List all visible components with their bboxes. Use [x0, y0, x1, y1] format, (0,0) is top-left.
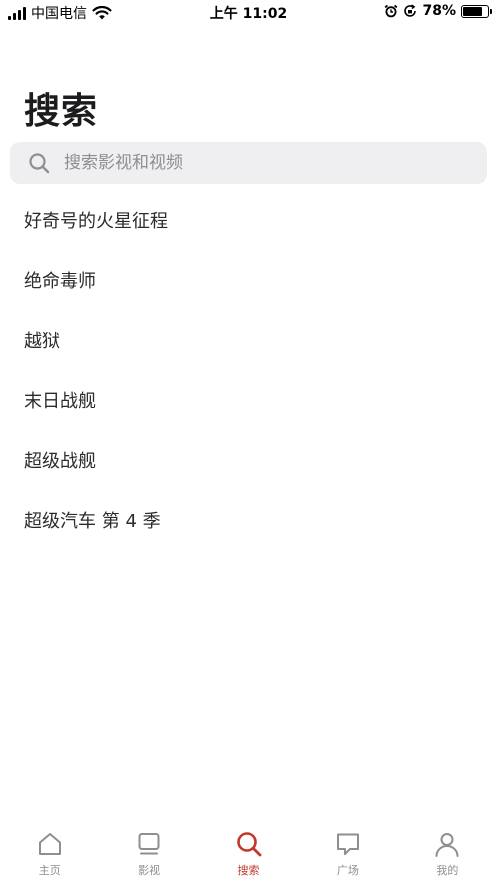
chat-bubble-icon: [336, 833, 359, 855]
search-suggestions-list: 好奇号的火星征程 绝命毒师 越狱 末日战舰 超级战舰 超级汽车 第 4 季: [24, 200, 484, 560]
search-input[interactable]: [64, 153, 444, 173]
suggestion-item[interactable]: 好奇号的火星征程: [24, 200, 484, 260]
search-icon: [236, 832, 261, 857]
tab-home[interactable]: 主页: [0, 823, 99, 883]
tv-icon: [138, 833, 160, 855]
search-bar[interactable]: [10, 142, 487, 184]
battery-icon: [461, 4, 492, 18]
status-bar: 中国电信 上午 11:02 78%: [0, 0, 497, 24]
tab-plaza[interactable]: 广场: [298, 823, 397, 883]
tab-label: 广场: [336, 864, 359, 877]
person-icon: [435, 833, 459, 857]
battery-fill: [463, 6, 482, 16]
battery-percentage: 78%: [422, 3, 456, 19]
tab-search[interactable]: 搜索: [199, 823, 298, 883]
status-bar-right: 78%: [384, 3, 492, 19]
tab-label: 影视: [138, 864, 161, 877]
tab-label: 主页: [38, 864, 61, 877]
tab-label: 我的: [436, 864, 459, 877]
tab-profile[interactable]: 我的: [398, 823, 497, 883]
tab-label: 搜索: [237, 864, 260, 877]
suggestion-item[interactable]: 超级汽车 第 4 季: [24, 500, 484, 560]
search-icon: [29, 153, 50, 174]
suggestion-item[interactable]: 超级战舰: [24, 440, 484, 500]
page-title: 搜索: [24, 91, 99, 132]
suggestion-item[interactable]: 末日战舰: [24, 380, 484, 440]
suggestion-item[interactable]: 越狱: [24, 320, 484, 380]
alarm-icon: [385, 4, 398, 18]
suggestion-item[interactable]: 绝命毒师: [24, 260, 484, 320]
tab-bar: 主页 影视 搜索 广场 我的: [0, 823, 497, 883]
home-icon: [38, 833, 61, 855]
tab-tv[interactable]: 影视: [99, 823, 198, 883]
orientation-lock-icon: [404, 4, 417, 17]
